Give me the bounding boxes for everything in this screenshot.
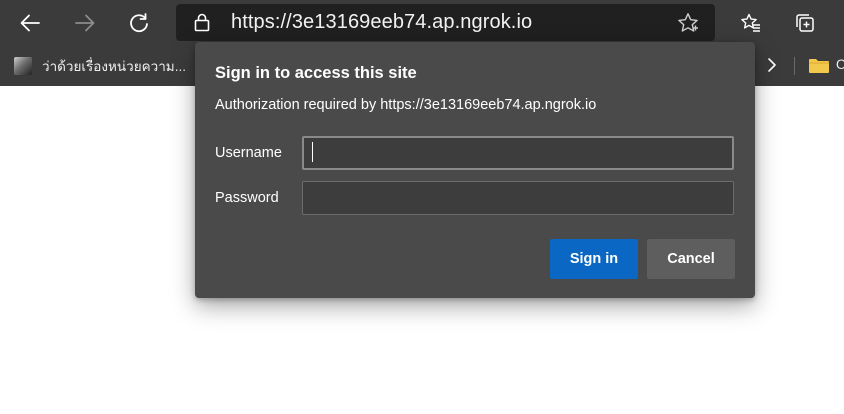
back-button[interactable] [12,5,48,41]
collections-button[interactable] [787,5,823,41]
forward-button[interactable] [67,5,103,41]
bookmarks-divider [794,57,795,75]
url-text[interactable]: https://3e13169eeb74.ap.ngrok.io [231,11,532,34]
chevron-right-icon[interactable] [764,54,780,76]
star-icon[interactable] [676,11,700,35]
bookmark-favicon [14,57,32,75]
folder-icon[interactable] [808,57,830,75]
arrow-right-icon [75,14,95,32]
sign-in-dialog: Sign in to access this site Authorizatio… [195,42,755,298]
bookmark-folder-label[interactable]: O [836,57,844,72]
dialog-title: Sign in to access this site [215,64,417,82]
browser-toolbar: https://3e13169eeb74.ap.ngrok.io [0,0,844,46]
refresh-button[interactable] [121,5,157,41]
bookmark-label: ว่าด้วยเรื่องหน่วยความ... [42,59,186,74]
favorites-icon [741,13,760,32]
collections-icon [796,14,814,32]
address-bar[interactable]: https://3e13169eeb74.ap.ngrok.io [176,4,715,41]
bookmark-item[interactable]: ว่าด้วยเรื่องหน่วยความ... [14,55,186,77]
sign-in-button[interactable]: Sign in [550,239,638,279]
cancel-button[interactable]: Cancel [647,239,735,279]
username-input[interactable] [302,136,734,170]
password-input[interactable] [302,181,734,215]
refresh-icon [130,13,148,33]
dialog-subtitle: Authorization required by https://3e1316… [215,97,597,113]
lock-icon[interactable] [192,12,212,32]
arrow-left-icon [20,14,40,32]
text-caret [312,142,313,162]
favorites-button[interactable] [733,5,769,41]
username-label: Username [215,145,282,161]
password-label: Password [215,190,279,206]
